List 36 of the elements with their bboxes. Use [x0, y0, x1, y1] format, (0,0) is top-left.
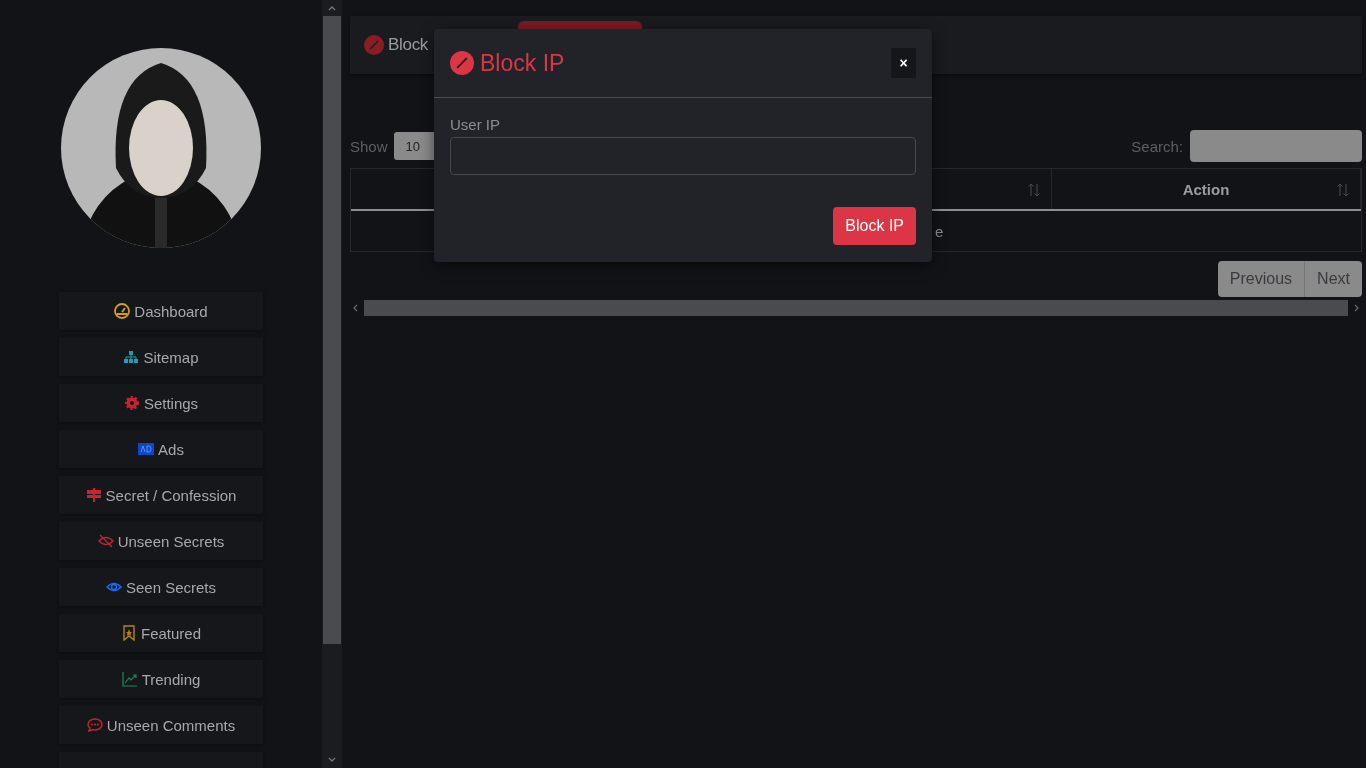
sidebar-item[interactable]: Seen Secrets — [59, 568, 263, 606]
sort-icon — [1027, 183, 1041, 197]
sidebar-item[interactable]: Dashboard — [59, 292, 263, 330]
sidebar-item[interactable]: Trending — [59, 660, 263, 698]
column-header[interactable]: Action — [1052, 169, 1361, 209]
scrollbar-thumb[interactable] — [364, 300, 1348, 316]
scrollbar-thumb[interactable] — [323, 16, 341, 644]
field-label: User IP — [450, 116, 501, 133]
bookmark-star-icon — [120, 625, 137, 641]
gauge-icon — [114, 303, 131, 319]
sidebar-item[interactable]: Unseen Secrets — [59, 522, 263, 560]
close-button[interactable]: × — [891, 48, 916, 78]
gear-icon — [123, 395, 140, 411]
sidebar-item[interactable]: Settings — [59, 384, 263, 422]
block-ip-button[interactable]: Block IP — [833, 207, 916, 245]
sidebar-item[interactable]: Unseen Comments — [59, 706, 263, 744]
trend-chart-icon — [121, 671, 138, 687]
empty-table-text: e — [935, 222, 944, 240]
sidebar-item[interactable]: Ads — [59, 430, 263, 468]
ad-icon — [138, 441, 155, 457]
page-title: Block — [388, 35, 429, 55]
search-field[interactable] — [1190, 130, 1362, 162]
sidebar-item[interactable]: Secret / Confession — [59, 476, 263, 514]
show-label: Show — [350, 137, 388, 155]
sort-icon — [1336, 183, 1350, 197]
signpost-icon — [85, 487, 102, 503]
sidebar-item[interactable]: Sitemap — [59, 338, 263, 376]
modal-title: Block IP — [480, 49, 566, 77]
hidden-eye-icon — [97, 533, 114, 549]
sitemap-icon — [123, 349, 140, 365]
ip-input-field[interactable] — [450, 137, 916, 175]
ban-icon — [364, 35, 384, 55]
search-label: Search: — [1131, 137, 1183, 155]
sidebar-item[interactable]: Featured — [59, 614, 263, 652]
ban-icon — [450, 51, 474, 75]
chat-icon — [86, 717, 103, 733]
